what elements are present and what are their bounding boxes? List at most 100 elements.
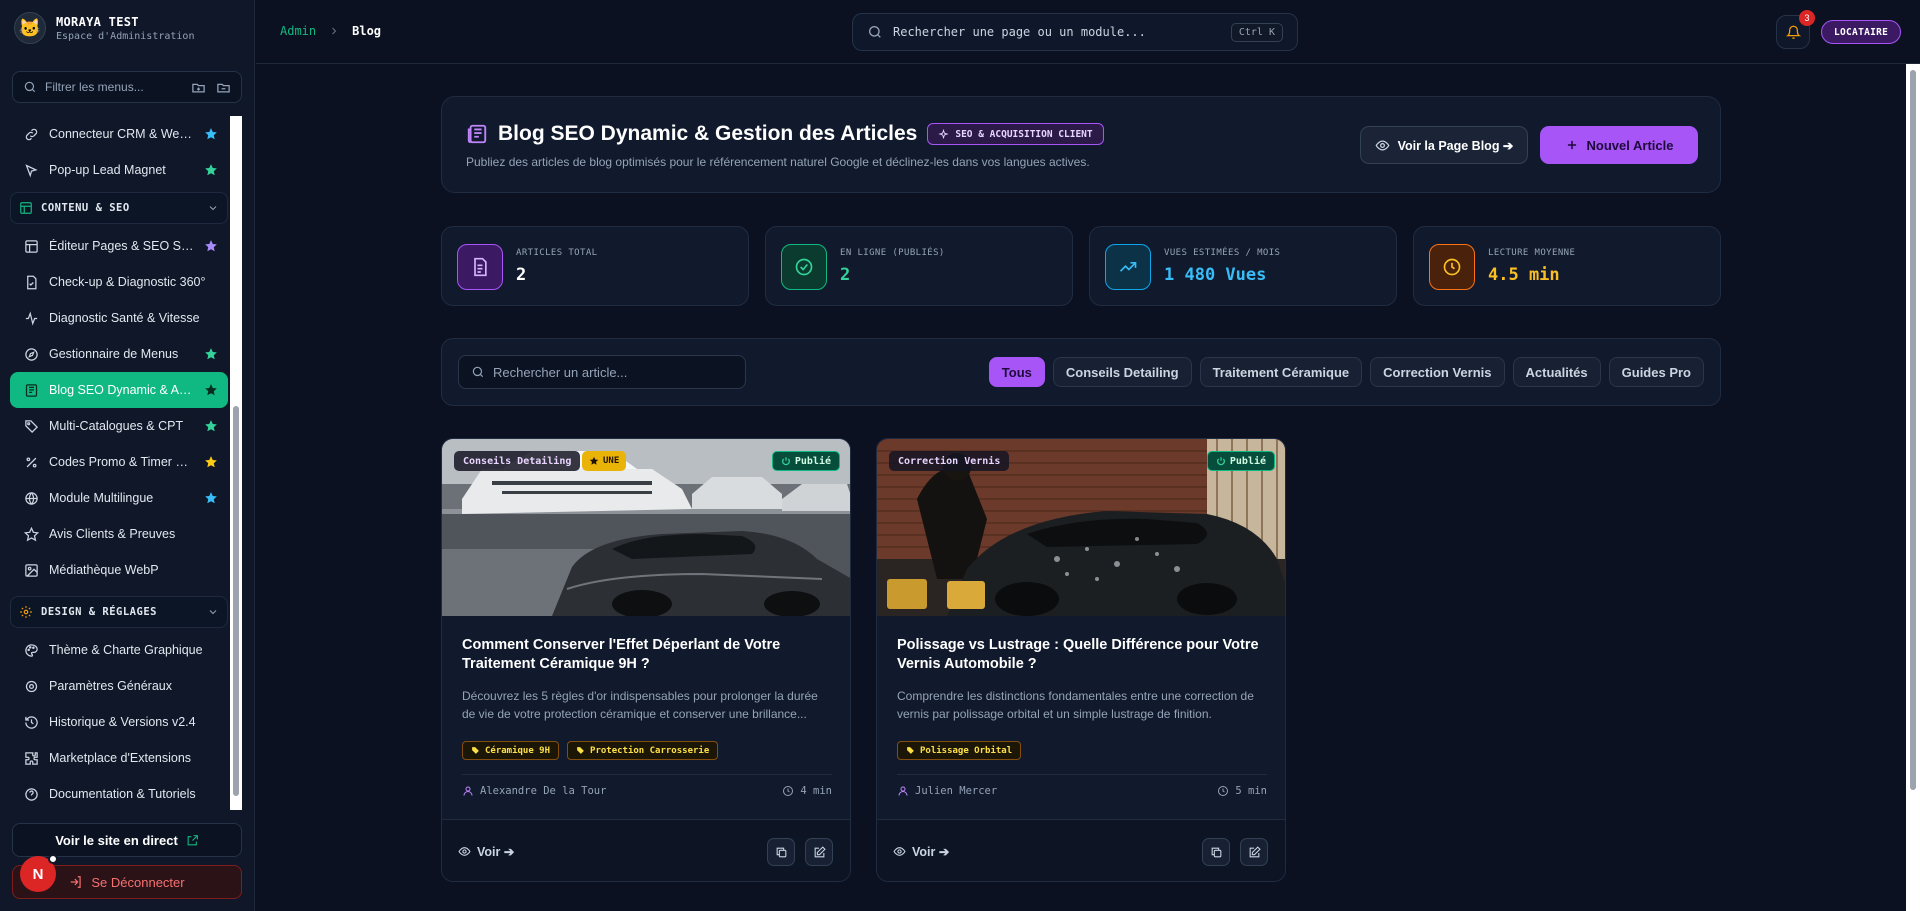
sidebar-item-promo-codes[interactable]: Codes Promo & Timer Ur... [10,444,228,480]
sidebar-item-lead-magnet[interactable]: Pop-up Lead Magnet [10,152,228,188]
stat-card-views: VUES ESTIMÉES / MOIS 1 480 Vues [1089,226,1397,306]
stat-value: 1 480 Vues [1164,265,1267,285]
article-card[interactable]: Correction Vernis Publié Polissage vs Lu… [876,438,1286,882]
keyword-tags: Céramique 9H Protection Carrosserie [462,741,719,760]
sidebar-item-health[interactable]: Diagnostic Santé & Vitesse [10,300,228,336]
sidebar-item-reviews[interactable]: Avis Clients & Preuves [10,516,228,552]
sidebar-item-label: Blog SEO Dynamic & Artic... [49,383,194,397]
sidebar-item-history[interactable]: Historique & Versions v2.4 [10,704,228,740]
globe-icon [25,491,38,505]
article-title[interactable]: Comment Conserver l'Effet Déperlant de V… [462,636,834,674]
filter-chip-news[interactable]: Actualités [1512,357,1601,387]
online-indicator [48,854,58,864]
folder-open-icon[interactable] [191,80,206,95]
page-scrollbar[interactable] [1906,64,1920,911]
category-filters: Tous Conseils Detailing Traitement Céram… [988,357,1704,387]
view-article-link[interactable]: Voir ➔ [893,844,949,859]
view-live-site-label: Voir le site en direct [55,832,178,848]
sidebar-item-menu-manager[interactable]: Gestionnaire de Menus [10,336,228,372]
page-subtitle: Publiez des articles de blog optimisés p… [466,155,1090,169]
edit-button[interactable] [805,838,833,866]
sidebar-item-blog[interactable]: Blog SEO Dynamic & Artic... [10,372,228,408]
pin-star-icon[interactable] [204,347,218,361]
settings-icon [20,606,32,618]
sidebar-item-catalogues[interactable]: Multi-Catalogues & CPT [10,408,228,444]
sidebar-item-crm-connector[interactable]: Connecteur CRM & Webh... [10,116,228,152]
notifications-button[interactable]: 3 [1776,10,1815,49]
popup-icon [25,163,38,177]
pin-star-icon[interactable] [204,239,218,253]
pin-star-icon[interactable] [204,163,218,177]
brand-subtitle: Espace d'Administration [56,30,195,42]
sidebar-item-theme[interactable]: Thème & Charte Graphique [10,632,228,668]
menu-filter-input[interactable] [45,80,183,94]
article-author: Julien Mercer [915,785,998,797]
section-content-seo[interactable]: CONTENU & SEO [10,192,228,224]
role-badge[interactable]: LOCATAIRE [1821,20,1902,44]
duplicate-button[interactable] [767,838,795,866]
image-icon [25,563,38,577]
puzzle-icon [25,751,38,765]
keyword-tag: Céramique 9H [462,741,560,760]
settings-icon [25,680,38,692]
sidebar-item-label: Module Multilingue [49,491,154,505]
percent-icon [26,457,37,467]
brand-logo: 🐱 [14,12,46,44]
pin-star-icon[interactable] [204,455,218,469]
sidebar-item-media[interactable]: Médiathèque WebP [10,552,228,588]
sidebar-item-multilingual[interactable]: Module Multilingue [10,480,228,516]
filter-chip-detailing[interactable]: Conseils Detailing [1052,357,1192,387]
filter-chip-ceramic[interactable]: Traitement Céramique [1199,357,1363,387]
global-search-input[interactable] [893,25,1221,39]
view-blog-button[interactable]: Voir la Page Blog ➔ [1360,126,1528,164]
pin-star-icon[interactable] [204,419,218,433]
section-design-settings[interactable]: DESIGN & RÉGLAGES [10,596,228,628]
pin-star-icon[interactable] [204,383,218,397]
scroll-thumb[interactable] [233,406,239,796]
scroll-thumb[interactable] [1910,70,1916,790]
article-meta: Alexandre De la Tour 4 min [462,774,832,797]
sidebar-item-label: Documentation & Tutoriels [49,787,196,801]
edit-button[interactable] [1240,838,1268,866]
sidebar-item-general-settings[interactable]: Paramètres Généraux [10,668,228,704]
eye-icon [893,847,906,856]
sidebar: 🐱 MORAYA TEST Espace d'Administration Co… [0,0,255,911]
pin-star-icon[interactable] [204,127,218,141]
sidebar-item-marketplace[interactable]: Marketplace d'Extensions [10,740,228,776]
sidebar-item-label: Diagnostic Santé & Vitesse [49,311,200,325]
external-link-icon [187,834,198,845]
power-icon [1216,457,1225,466]
topbar: Admin Blog Ctrl K 3 LOCATAIRE [256,0,1920,64]
view-article-link[interactable]: Voir ➔ [458,844,514,859]
pin-star-icon[interactable] [204,491,218,505]
article-actions: Voir ➔ [442,819,850,881]
view-live-site-button[interactable]: Voir le site en direct [12,823,242,857]
breadcrumb: Admin Blog [280,24,381,38]
sidebar-item-page-editor[interactable]: Éditeur Pages & SEO Sur-... [10,228,228,264]
palette-icon [25,643,38,657]
filter-chip-all[interactable]: Tous [988,357,1045,387]
article-card[interactable]: Conseils Detailing UNE Publié Comment Co… [441,438,851,882]
sidebar-item-checkup[interactable]: Check-up & Diagnostic 360° [10,264,228,300]
check-circle-icon [781,244,827,290]
folder-icon[interactable] [216,80,231,95]
article-excerpt: Comprendre les distinctions fondamentale… [897,689,1254,721]
avatar[interactable]: N [20,854,58,892]
article-title[interactable]: Polissage vs Lustrage : Quelle Différenc… [897,636,1269,674]
tag-icon [25,419,39,433]
brand[interactable]: 🐱 MORAYA TEST Espace d'Administration [14,12,194,44]
filter-chip-guides[interactable]: Guides Pro [1608,357,1704,387]
clock-icon [783,786,794,796]
logout-icon [71,876,82,888]
article-search-input[interactable] [493,364,733,380]
category-tag: Correction Vernis [889,451,1010,471]
article-search [458,355,746,389]
sidebar-item-docs[interactable]: Documentation & Tutoriels [10,776,228,808]
status-badge[interactable]: Publié [1206,451,1275,471]
new-article-button[interactable]: Nouvel Article [1540,126,1698,164]
breadcrumb-admin[interactable]: Admin [280,24,316,38]
status-badge[interactable]: Publié [771,451,840,471]
sidebar-scrollbar[interactable] [230,116,242,810]
duplicate-button[interactable] [1202,838,1230,866]
filter-chip-paint-correction[interactable]: Correction Vernis [1370,357,1505,387]
